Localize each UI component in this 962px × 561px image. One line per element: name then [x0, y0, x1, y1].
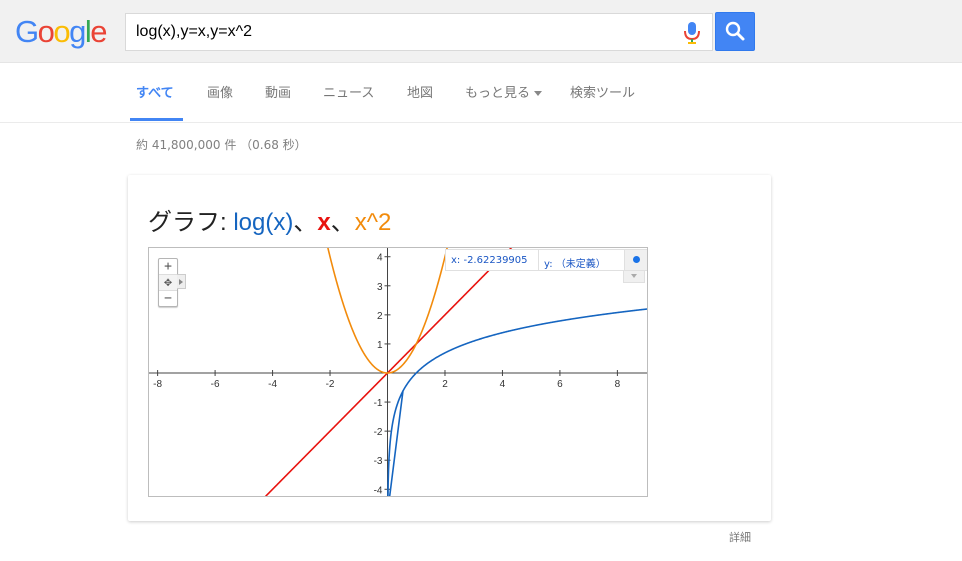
graph-title: グラフ: log(x)、x、x^2 [148, 202, 391, 237]
y-tick-label: -2 [374, 427, 383, 438]
title-separator: 、 [293, 209, 318, 236]
search-tabs: すべて 画像 動画 ニュース 地図 もっと見る 検索ツール [0, 62, 962, 123]
tab-videos[interactable]: 動画 [265, 82, 291, 101]
zoom-out-button[interactable]: − [159, 291, 177, 306]
y-coordinate: y: （未定義） [544, 259, 606, 270]
search-button[interactable] [715, 12, 755, 51]
active-tab-indicator [130, 118, 183, 121]
x-tick-label: 8 [615, 379, 621, 390]
y-tick-label: 3 [377, 282, 383, 293]
zoom-in-button[interactable]: + [159, 259, 177, 274]
graph-plot[interactable]: -8 -6 -4 -2 2 4 6 8 -4 -3 -2 -1 1 2 3 4 [149, 248, 648, 497]
series-dropdown-icon[interactable] [623, 271, 645, 283]
x-tick-label: -8 [153, 379, 162, 390]
coordinate-divider [538, 250, 539, 270]
x-tick-label: -2 [326, 379, 335, 390]
y-tick-label: 1 [377, 340, 383, 351]
logo-letter: o [53, 14, 70, 49]
y-tick-label: 2 [377, 311, 383, 322]
series-selector[interactable] [624, 250, 647, 270]
y-tick-label: 4 [377, 253, 383, 264]
tab-search-tools[interactable]: 検索ツール [570, 82, 635, 101]
y-tick-label: -1 [374, 398, 383, 409]
tab-more[interactable]: もっと見る [465, 82, 543, 101]
y-tick-label: -3 [374, 456, 383, 467]
tab-maps[interactable]: 地図 [407, 82, 433, 101]
tab-news[interactable]: ニュース [323, 82, 374, 101]
x-tick-label: 6 [557, 379, 563, 390]
search-icon [725, 21, 745, 41]
pan-button[interactable]: ✥ [159, 274, 177, 291]
graph-card: グラフ: log(x)、x、x^2 -8 -6 -4 -2 2 4 6 8 -4 -3 -2 -1 1 2… [128, 175, 771, 521]
header-bar: Google [0, 0, 962, 63]
series-line-log [387, 308, 647, 496]
result-stats: 約 41,800,000 件 （0.68 秒） [136, 138, 307, 152]
series-dot-icon [633, 256, 640, 263]
search-box[interactable] [125, 13, 713, 51]
logo-letter: G [15, 14, 39, 49]
x-coordinate: x: -2.62239905 [451, 255, 528, 266]
tab-all[interactable]: すべて [136, 82, 174, 101]
x-tick-label: -4 [268, 379, 277, 390]
chevron-down-icon [534, 91, 543, 96]
microphone-icon[interactable] [683, 21, 701, 45]
tab-more-label: もっと見る [465, 86, 531, 101]
y-tick-label: -4 [374, 485, 383, 496]
logo-letter: g [69, 14, 86, 49]
pan-arrow-icon[interactable] [177, 274, 186, 289]
google-logo[interactable]: Google [15, 12, 107, 52]
function-label-x: x [317, 209, 331, 236]
zoom-controls: + ✥ − [158, 258, 178, 307]
x-tick-label: -6 [211, 379, 220, 390]
tab-images[interactable]: 画像 [207, 82, 233, 101]
function-label-log: log(x) [233, 209, 294, 236]
logo-letter: o [37, 14, 55, 49]
logo-letter: e [90, 14, 107, 49]
function-graph[interactable]: -8 -6 -4 -2 2 4 6 8 -4 -3 -2 -1 1 2 3 4 + ✥ − x: -2.622… [148, 247, 648, 497]
x-tick-label: 2 [442, 379, 448, 390]
search-input[interactable] [136, 20, 676, 44]
title-separator: 、 [330, 209, 355, 236]
details-link[interactable]: 詳細 [729, 529, 751, 545]
graph-title-prefix: グラフ: [148, 209, 234, 236]
function-label-x-squared: x^2 [354, 209, 392, 236]
x-tick-label: 4 [500, 379, 506, 390]
coordinate-readout: x: -2.62239905 y: （未定義） [445, 249, 647, 271]
